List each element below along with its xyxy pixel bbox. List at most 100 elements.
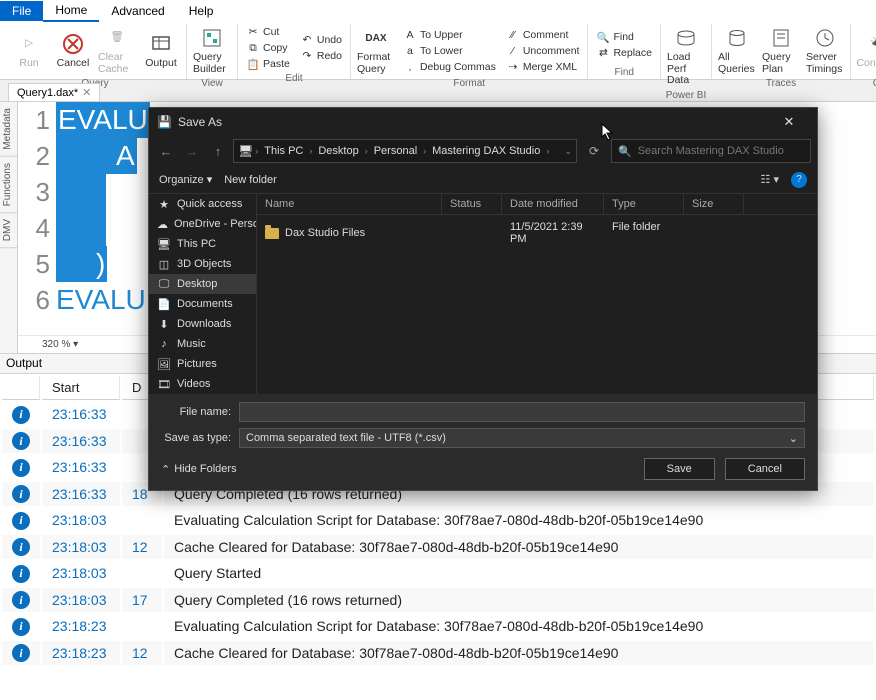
crumb[interactable]: Desktop	[314, 145, 362, 157]
connect-button[interactable]: 🔌Connect	[855, 30, 876, 72]
output-row[interactable]: i 23:18:03 Evaluating Calculation Script…	[2, 508, 874, 533]
paste-icon: 📋	[246, 57, 260, 71]
menu-home[interactable]: Home	[43, 0, 99, 22]
save-button[interactable]: Save	[644, 458, 715, 480]
crumb[interactable]: This PC	[260, 145, 307, 157]
clear-cache-button[interactable]: 🗑Clear Cache	[96, 24, 138, 77]
search-input[interactable]: 🔍 Search Mastering DAX Studio	[611, 139, 811, 163]
organize-button[interactable]: Organize ▾	[159, 173, 212, 186]
row-message: Evaluating Calculation Script for Databa…	[164, 614, 874, 639]
row-message: Query Started	[164, 561, 874, 586]
tree-item[interactable]: ⬇Downloads	[149, 314, 256, 334]
refresh-button[interactable]: ⟳	[581, 144, 607, 158]
dialog-close-button[interactable]: ✕	[769, 114, 809, 130]
list-col-name[interactable]: Name	[257, 194, 442, 214]
info-icon: i	[12, 618, 30, 636]
server-timings-button[interactable]: Server Timings	[804, 24, 846, 77]
comment-button[interactable]: ⁄⁄Comment	[502, 27, 584, 43]
side-tab-metadata[interactable]: Metadata	[0, 102, 17, 157]
output-row[interactable]: i 23:18:23 Evaluating Calculation Script…	[2, 614, 874, 639]
nav-forward-button[interactable]: →	[181, 144, 203, 159]
tree-item[interactable]: ★Quick access	[149, 194, 256, 214]
folder-tree[interactable]: ★Quick access☁OneDrive - Person🖥This PC◫…	[149, 194, 257, 394]
close-icon[interactable]: ✕	[82, 86, 91, 99]
zoom-level[interactable]: 320 %	[42, 339, 70, 350]
info-icon: i	[12, 565, 30, 583]
side-tab-dmv[interactable]: DMV	[0, 213, 17, 248]
run-button[interactable]: ▷Run	[8, 30, 50, 72]
document-tab[interactable]: Query1.dax* ✕	[8, 83, 100, 101]
info-icon: i	[12, 644, 30, 662]
paste-button[interactable]: 📋Paste	[242, 56, 294, 72]
menu-advanced[interactable]: Advanced	[99, 1, 176, 21]
search-icon: 🔍	[618, 145, 632, 158]
tree-item[interactable]: ☁OneDrive - Person	[149, 214, 256, 234]
cut-button[interactable]: ✂Cut	[242, 24, 294, 40]
output-row[interactable]: i 23:18:23 12 Cache Cleared for Database…	[2, 641, 874, 666]
redo-button[interactable]: ↷Redo	[296, 48, 346, 64]
hide-folders-button[interactable]: ⌃Hide Folders	[161, 463, 237, 476]
tree-item[interactable]: 🎞Videos	[149, 374, 256, 394]
query-plan-button[interactable]: Query Plan	[760, 24, 802, 77]
tree-item[interactable]: ◫3D Objects	[149, 254, 256, 274]
cancel-button[interactable]: Cancel	[52, 30, 94, 72]
nav-up-button[interactable]: ↑	[207, 144, 229, 159]
tree-item-label: Desktop	[177, 278, 217, 290]
breadcrumb[interactable]: 🖥› This PC› Desktop› Personal› Mastering…	[233, 139, 577, 163]
list-col-date[interactable]: Date modified	[502, 194, 604, 214]
cancel-button[interactable]: Cancel	[725, 458, 805, 480]
side-tab-functions[interactable]: Functions	[0, 157, 17, 213]
output-row[interactable]: i 23:18:03 12 Cache Cleared for Database…	[2, 535, 874, 560]
save-as-type-select[interactable]: Comma separated text file - UTF8 (*.csv)…	[239, 428, 805, 448]
tree-item[interactable]: 🖵Desktop	[149, 274, 256, 294]
file-list-row[interactable]: Dax Studio Files 11/5/2021 2:39 PM File …	[257, 215, 817, 251]
query-builder-button[interactable]: Query Builder	[191, 24, 233, 77]
row-duration: 12	[122, 535, 162, 560]
output-row[interactable]: i 23:18:03 17 Query Completed (16 rows r…	[2, 588, 874, 613]
connect-icon: 🔌	[864, 32, 876, 56]
row-message: Evaluating Calculation Script for Databa…	[164, 508, 874, 533]
group-label-format: Format	[355, 77, 583, 90]
save-as-type-label: Save as type:	[161, 432, 231, 444]
new-folder-button[interactable]: New folder	[224, 174, 277, 186]
tree-item[interactable]: ♪Music	[149, 334, 256, 354]
list-col-status[interactable]: Status	[442, 194, 502, 214]
file-list[interactable]: Name Status Date modified Type Size Dax …	[257, 194, 817, 394]
tree-item[interactable]: 🖼Pictures	[149, 354, 256, 374]
vid-icon: 🎞	[157, 378, 171, 390]
tree-item[interactable]: 🖥This PC	[149, 234, 256, 254]
format-query-button[interactable]: DAXFormat Query	[355, 24, 397, 77]
debug-commas-button[interactable]: ,Debug Commas	[399, 59, 500, 75]
col-start[interactable]: Start	[42, 376, 120, 400]
merge-xml-button[interactable]: ⇢Merge XML	[502, 59, 584, 75]
dialog-title: Save As	[178, 115, 222, 129]
menu-help[interactable]: Help	[177, 1, 226, 21]
file-name-label: File name:	[161, 406, 231, 418]
help-button[interactable]: ?	[791, 172, 807, 188]
tree-item[interactable]: 📄Documents	[149, 294, 256, 314]
copy-icon: ⧉	[246, 41, 260, 55]
file-name-input[interactable]	[239, 402, 805, 422]
doc-icon: 📄	[157, 298, 171, 310]
replace-button[interactable]: ⇄Replace	[592, 45, 656, 61]
load-perf-button[interactable]: Load Perf Data	[665, 24, 707, 89]
output-button[interactable]: Output	[140, 30, 182, 72]
view-options-button[interactable]: ☷ ▾	[761, 173, 779, 186]
code-editor[interactable]: EVALU A ) EVALU	[56, 102, 150, 335]
output-row[interactable]: i 23:18:03 Query Started	[2, 561, 874, 586]
to-upper-button[interactable]: ATo Upper	[399, 27, 500, 43]
menu-file[interactable]: File	[0, 1, 43, 21]
copy-button[interactable]: ⧉Copy	[242, 40, 294, 56]
list-col-type[interactable]: Type	[604, 194, 684, 214]
all-queries-button[interactable]: All Queries	[716, 24, 758, 77]
nav-back-button[interactable]: ←	[155, 144, 177, 159]
crumb[interactable]: Personal	[370, 145, 421, 157]
info-icon: i	[12, 485, 30, 503]
to-lower-button[interactable]: aTo Lower	[399, 43, 500, 59]
uncomment-button[interactable]: ⁄Uncomment	[502, 43, 584, 59]
list-col-size[interactable]: Size	[684, 194, 744, 214]
undo-button[interactable]: ↶Undo	[296, 32, 346, 48]
crumb[interactable]: Mastering DAX Studio	[428, 145, 544, 157]
row-time: 23:18:03	[42, 535, 120, 560]
find-button[interactable]: 🔍Find	[592, 29, 656, 45]
